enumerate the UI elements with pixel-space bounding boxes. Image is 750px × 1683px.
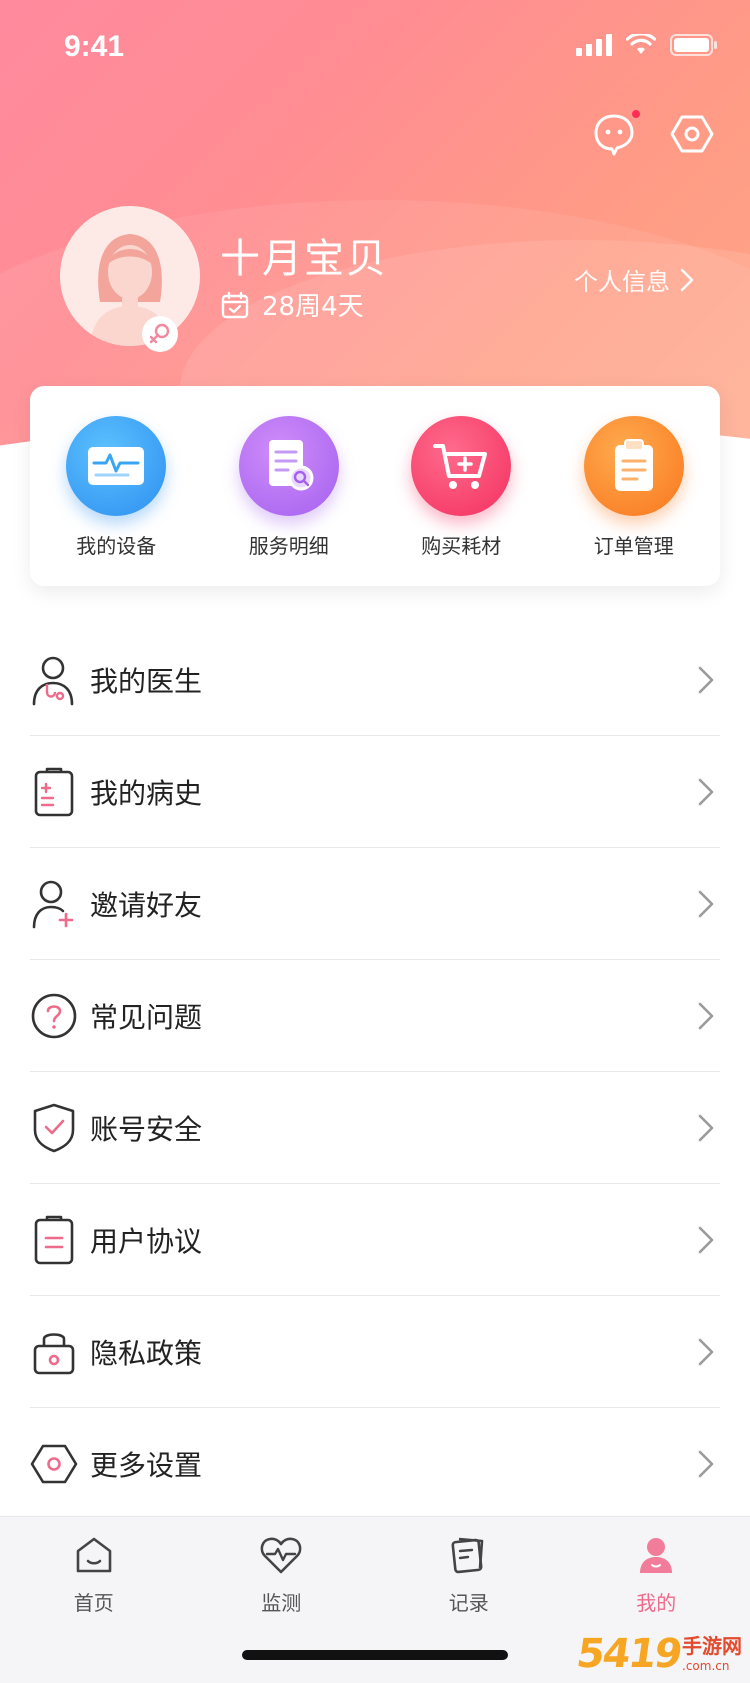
tab-monitor[interactable]: 监测 xyxy=(221,1533,341,1616)
quick-label: 服务明细 xyxy=(248,534,329,558)
chevron-right-icon xyxy=(698,1002,714,1029)
chevron-right-icon xyxy=(680,268,694,291)
menu-item-invite-friends[interactable]: 邀请好友 xyxy=(30,848,720,960)
battery-icon xyxy=(670,34,717,56)
shopping-cart-icon xyxy=(411,416,512,516)
quick-actions-card: 我的设备 服务明细 购买耗材 订单管理 xyxy=(30,386,720,586)
shield-check-icon xyxy=(30,1100,78,1156)
menu-item-user-agreement[interactable]: 用户协议 xyxy=(30,1184,720,1296)
quick-label: 购买耗材 xyxy=(421,534,502,558)
hexagon-settings-icon xyxy=(670,115,714,153)
record-icon xyxy=(447,1533,491,1577)
female-symbol-icon xyxy=(149,323,170,344)
gender-badge xyxy=(142,316,178,352)
status-icons xyxy=(576,34,718,56)
header-actions xyxy=(590,108,716,158)
menu-label: 更多设置 xyxy=(90,1449,203,1482)
profile-icon xyxy=(634,1533,678,1577)
menu-label: 我的病史 xyxy=(90,776,203,810)
notification-dot xyxy=(630,108,642,120)
watermark-domain: .com.cn xyxy=(682,1659,730,1673)
tab-label: 监测 xyxy=(261,1591,302,1615)
watermark-logo: 5419 手游网 .com.cn xyxy=(573,1630,742,1677)
question-icon xyxy=(30,988,78,1044)
tab-mine[interactable]: 我的 xyxy=(596,1533,716,1616)
medical-record-icon xyxy=(30,764,78,820)
menu-item-more-settings[interactable]: 更多设置 xyxy=(30,1408,720,1520)
order-clipboard-icon xyxy=(583,416,684,516)
tab-label: 记录 xyxy=(448,1591,489,1615)
chevron-right-icon xyxy=(698,1338,714,1365)
pregnancy-week-text: 28周4天 xyxy=(262,292,364,322)
chevron-right-icon xyxy=(698,778,714,805)
settings-menu: 我的医生 我的病史 邀请好友 常见问题 账号安全 用户协议 隐私政策 更多设置 xyxy=(30,624,720,1520)
doctor-icon xyxy=(30,652,78,708)
user-name: 十月宝贝 xyxy=(220,236,388,282)
home-indicator xyxy=(242,1650,508,1660)
watermark-text: 手游网 .com.cn xyxy=(682,1630,742,1673)
calendar-check-icon xyxy=(221,291,249,318)
chevron-right-icon xyxy=(698,890,714,917)
avatar[interactable] xyxy=(60,206,200,346)
device-monitor-icon xyxy=(66,416,167,516)
quick-item-buy-supplies[interactable]: 购买耗材 xyxy=(386,416,536,559)
female-avatar-icon xyxy=(60,206,200,346)
chevron-right-icon xyxy=(698,1450,714,1478)
quick-label: 我的设备 xyxy=(76,534,157,558)
agreement-icon xyxy=(30,1212,78,1268)
chevron-right-icon xyxy=(698,1114,714,1141)
watermark-text-cn: 手游网 xyxy=(682,1634,742,1658)
settings-button[interactable] xyxy=(668,110,716,158)
quick-item-order-management[interactable]: 订单管理 xyxy=(559,416,709,559)
signal-icon xyxy=(576,34,612,56)
menu-label: 用户协议 xyxy=(90,1224,203,1258)
home-icon xyxy=(72,1533,116,1577)
watermark-number: 5419 xyxy=(573,1631,684,1677)
status-time: 9:41 xyxy=(64,30,125,63)
invite-friend-icon xyxy=(30,876,78,932)
tab-records[interactable]: 记录 xyxy=(409,1533,529,1616)
menu-label: 账号安全 xyxy=(90,1112,203,1146)
quick-item-service-detail[interactable]: 服务明细 xyxy=(214,416,364,559)
status-bar: 9:41 xyxy=(0,0,750,96)
heart-monitor-icon xyxy=(259,1533,303,1577)
menu-item-privacy-policy[interactable]: 隐私政策 xyxy=(30,1296,720,1408)
tab-label: 我的 xyxy=(636,1591,677,1615)
menu-item-account-security[interactable]: 账号安全 xyxy=(30,1072,720,1184)
menu-item-medical-history[interactable]: 我的病史 xyxy=(30,736,720,848)
tab-home[interactable]: 首页 xyxy=(34,1533,154,1616)
menu-item-my-doctor[interactable]: 我的医生 xyxy=(30,624,720,736)
menu-label: 邀请好友 xyxy=(90,888,203,922)
chevron-right-icon xyxy=(698,666,714,693)
message-button[interactable] xyxy=(590,108,642,158)
menu-label: 常见问题 xyxy=(90,1000,203,1034)
tab-label: 首页 xyxy=(73,1591,114,1615)
menu-item-faq[interactable]: 常见问题 xyxy=(30,960,720,1072)
chevron-right-icon xyxy=(698,1226,714,1253)
quick-label: 订单管理 xyxy=(593,534,674,558)
wifi-icon xyxy=(626,34,656,54)
personal-info-label: 个人信息 xyxy=(574,268,670,296)
service-detail-icon xyxy=(238,416,339,516)
quick-item-my-devices[interactable]: 我的设备 xyxy=(41,416,191,559)
settings-icon xyxy=(30,1436,78,1492)
lock-icon xyxy=(30,1324,78,1380)
menu-label: 隐私政策 xyxy=(90,1336,203,1370)
personal-info-link[interactable]: 个人信息 xyxy=(574,262,694,297)
pregnancy-week: 28周4天 xyxy=(220,286,364,323)
menu-label: 我的医生 xyxy=(90,664,203,698)
